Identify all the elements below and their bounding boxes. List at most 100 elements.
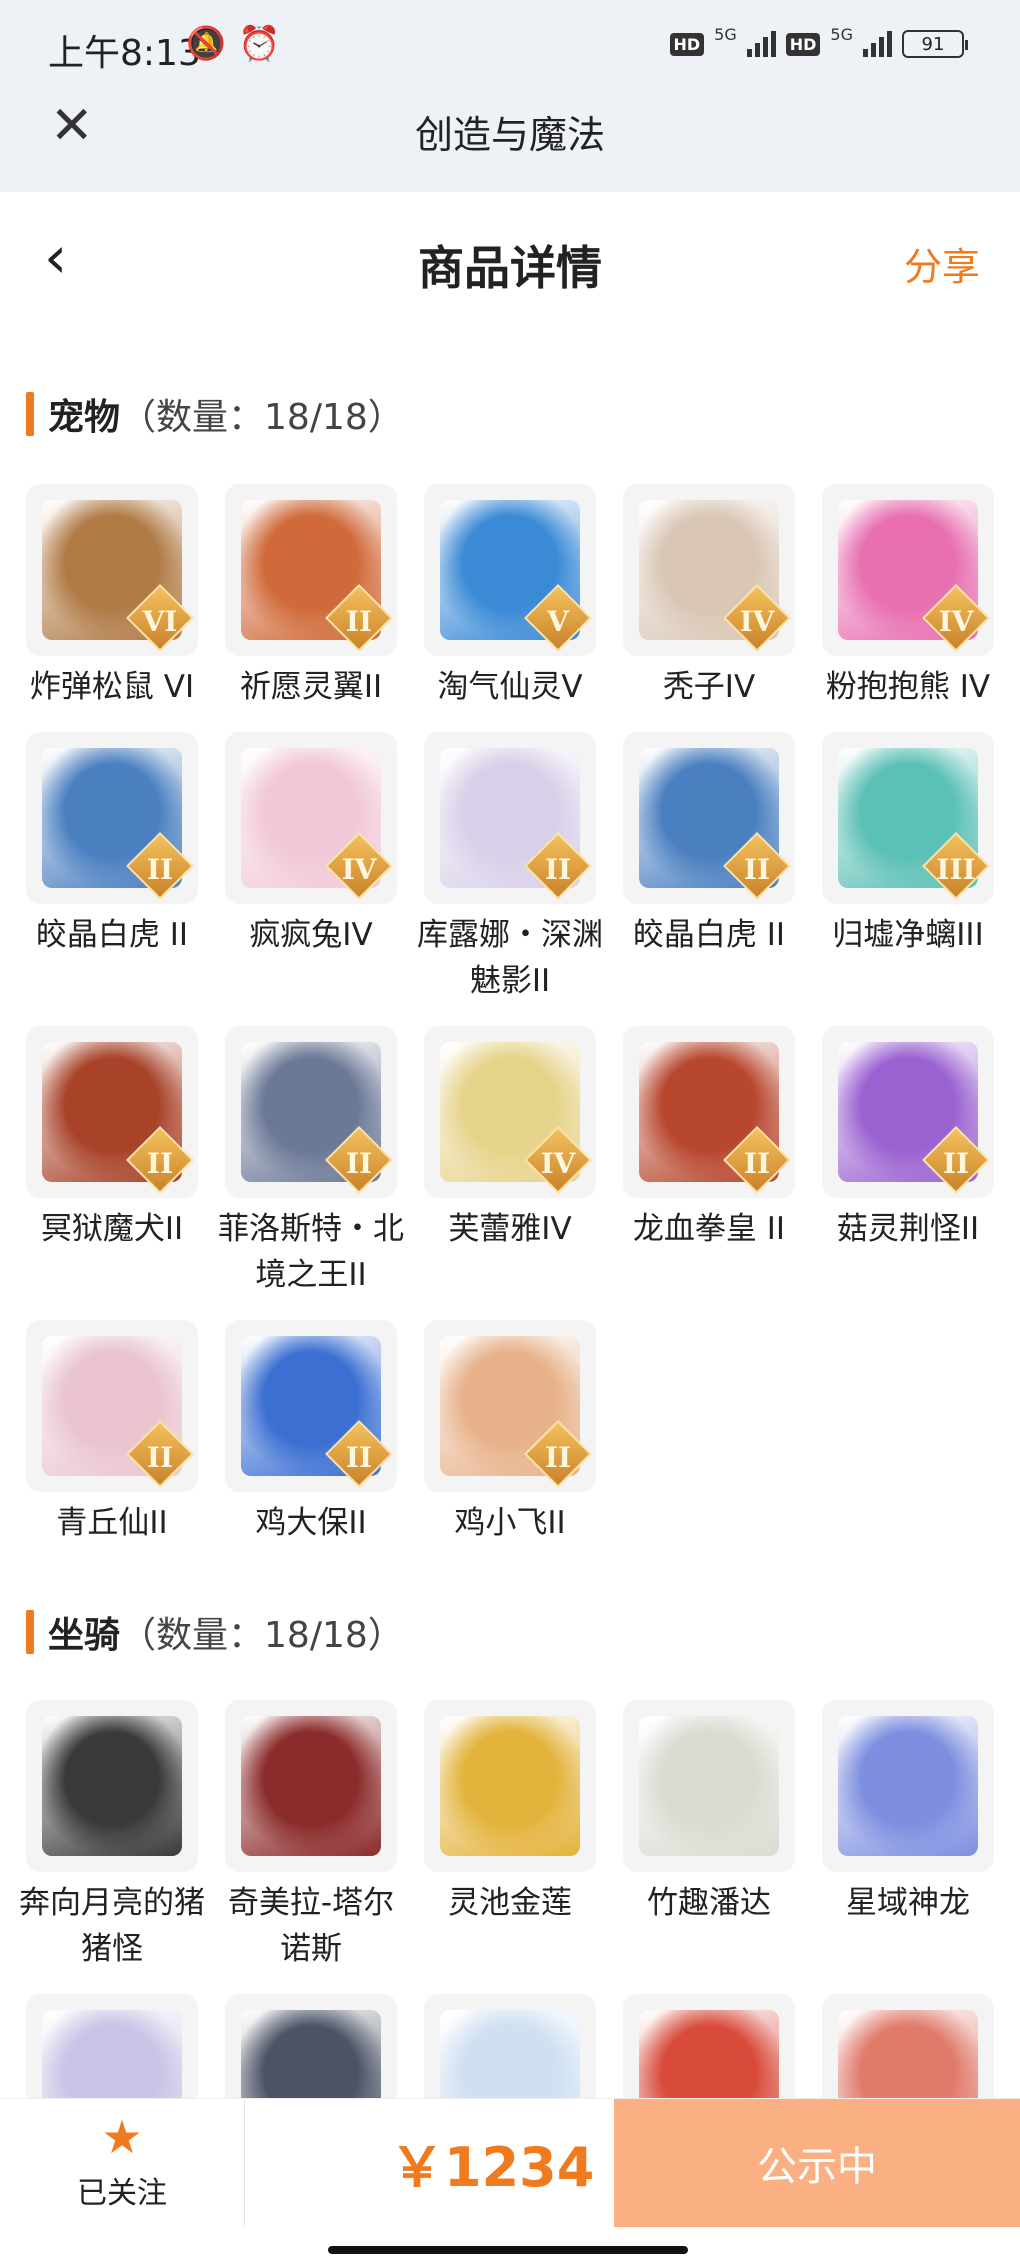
item-thumbnail: II: [225, 1320, 397, 1492]
item-label: 鸡小飞II: [454, 1505, 566, 1541]
signal-icon: [746, 31, 776, 57]
battery-icon: 91: [902, 30, 968, 58]
hd-icon: HD: [669, 32, 705, 56]
page-title: 商品详情: [418, 241, 602, 295]
item-thumbnail: II: [26, 732, 198, 904]
item-thumbnail: II: [26, 1026, 198, 1198]
rank-label: II: [345, 1441, 373, 1474]
section-heading: 坐骑 （数量：18/18）: [26, 1606, 404, 1658]
product-item[interactable]: 奔向月亮的猪猪怪: [19, 1700, 205, 1972]
product-item[interactable]: IV 粉抱抱熊 IV: [822, 484, 994, 710]
product-item[interactable]: II 菇灵荆怪II: [822, 1026, 994, 1298]
product-item[interactable]: 灵池金莲: [424, 1700, 596, 1972]
rank-label: II: [146, 1147, 174, 1180]
item-label: 菲洛斯特・北境之王II: [218, 1211, 404, 1293]
item-artwork: [838, 1716, 978, 1856]
item-artwork: [241, 1716, 381, 1856]
network-label: 5G: [830, 24, 853, 44]
item-label: 鸡大保II: [255, 1505, 367, 1541]
product-item[interactable]: III 归墟净螭III: [822, 732, 994, 1004]
rank-label: II: [146, 853, 174, 886]
status-time: 上午8:13: [48, 33, 201, 74]
product-item[interactable]: II 鸡大保II: [225, 1320, 397, 1546]
mount-grid: 奔向月亮的猪猪怪 奇美拉-塔尔诺斯 灵池金莲 竹趣潘达 星域神龙: [19, 1700, 996, 2166]
rank-label: II: [146, 1441, 174, 1474]
product-item[interactable]: 星域神龙: [822, 1700, 994, 1972]
product-item[interactable]: VI 炸弹松鼠 VI: [26, 484, 198, 710]
mute-icon: 🔕: [186, 24, 226, 62]
item-label: 秃子IV: [662, 669, 756, 705]
item-label: 淘气仙灵V: [437, 669, 583, 705]
bottom-bar: ★ 已关注 ￥1234 公示中: [0, 2098, 1020, 2267]
network-label: 5G: [714, 24, 737, 44]
publicity-status-button[interactable]: 公示中: [614, 2099, 1020, 2227]
section-name: 坐骑: [48, 1615, 121, 1656]
section-count: （数量：18/18）: [120, 397, 404, 438]
product-item[interactable]: 竹趣潘达: [623, 1700, 795, 1972]
rank-label: IV: [341, 853, 377, 886]
item-label: 奇美拉-塔尔诺斯: [227, 1885, 395, 1967]
item-thumbnail: III: [822, 732, 994, 904]
product-item[interactable]: IV 疯疯兔IV: [225, 732, 397, 1004]
item-thumbnail: II: [225, 484, 397, 656]
item-thumbnail: [822, 1700, 994, 1872]
product-item[interactable]: IV 秃子IV: [623, 484, 795, 710]
item-thumbnail: IV: [225, 732, 397, 904]
item-label: 库露娜・深渊魅影II: [417, 917, 603, 999]
item-label: 粉抱抱熊 IV: [825, 669, 991, 705]
rank-label: III: [936, 853, 976, 886]
product-item[interactable]: 奇美拉-塔尔诺斯: [225, 1700, 397, 1972]
item-artwork: [639, 1716, 779, 1856]
item-label: 奔向月亮的猪猪怪: [19, 1885, 205, 1967]
item-thumbnail: IV: [424, 1026, 596, 1198]
item-thumbnail: VI: [26, 484, 198, 656]
item-label: 菇灵荆怪II: [836, 1211, 980, 1247]
share-button[interactable]: 分享: [904, 236, 980, 291]
section-name: 宠物: [48, 397, 121, 438]
item-thumbnail: [26, 1700, 198, 1872]
item-thumbnail: II: [822, 1026, 994, 1198]
item-thumbnail: II: [26, 1320, 198, 1492]
item-label: 星域神龙: [846, 1885, 970, 1921]
rank-label: VI: [142, 605, 178, 638]
divider: [244, 2099, 245, 2227]
product-item[interactable]: II 鸡小飞II: [424, 1320, 596, 1546]
product-item[interactable]: V 淘气仙灵V: [424, 484, 596, 710]
battery-level: 91: [921, 33, 945, 55]
signal-icon: [863, 31, 892, 57]
follow-button[interactable]: ★ 已关注: [0, 2099, 244, 2227]
item-label: 竹趣潘达: [647, 1885, 771, 1921]
item-label: 皎晶白虎 II: [35, 917, 189, 953]
item-label: 祈愿灵翼II: [239, 669, 383, 705]
item-label: 归墟净螭III: [832, 917, 984, 953]
product-item[interactable]: II 龙血拳皇 II: [623, 1026, 795, 1298]
item-thumbnail: II: [424, 732, 596, 904]
product-item[interactable]: II 皎晶白虎 II: [26, 732, 198, 1004]
rank-label: II: [544, 1441, 572, 1474]
section-count: （数量：18/18）: [120, 1615, 404, 1656]
rank-label: V: [547, 605, 569, 638]
item-label: 冥狱魔犬II: [40, 1211, 184, 1247]
rank-label: II: [345, 1147, 373, 1180]
item-thumbnail: IV: [623, 484, 795, 656]
status-bar: 上午8:13 🔕 ⏰ HD 5G HD 5G 91: [0, 0, 1020, 90]
rank-label: II: [743, 853, 771, 886]
home-indicator[interactable]: [328, 2246, 688, 2254]
item-label: 龙血拳皇 II: [632, 1211, 786, 1247]
product-item[interactable]: II 菲洛斯特・北境之王II: [218, 1026, 404, 1298]
product-item[interactable]: II 祈愿灵翼II: [225, 484, 397, 710]
product-item[interactable]: IV 芙蕾雅IV: [424, 1026, 596, 1298]
item-thumbnail: IV: [822, 484, 994, 656]
item-thumbnail: II: [623, 732, 795, 904]
item-thumbnail: [225, 1700, 397, 1872]
product-item[interactable]: II 青丘仙II: [26, 1320, 198, 1546]
product-item[interactable]: II 皎晶白虎 II: [623, 732, 795, 1004]
product-item[interactable]: II 冥狱魔犬II: [26, 1026, 198, 1298]
price: ￥1234: [390, 2136, 595, 2199]
product-item[interactable]: II 库露娜・深渊魅影II: [417, 732, 603, 1004]
item-thumbnail: [424, 1700, 596, 1872]
item-label: 炸弹松鼠 VI: [29, 669, 195, 705]
item-artwork: [42, 1716, 182, 1856]
item-thumbnail: [623, 1700, 795, 1872]
rank-label: II: [345, 605, 373, 638]
